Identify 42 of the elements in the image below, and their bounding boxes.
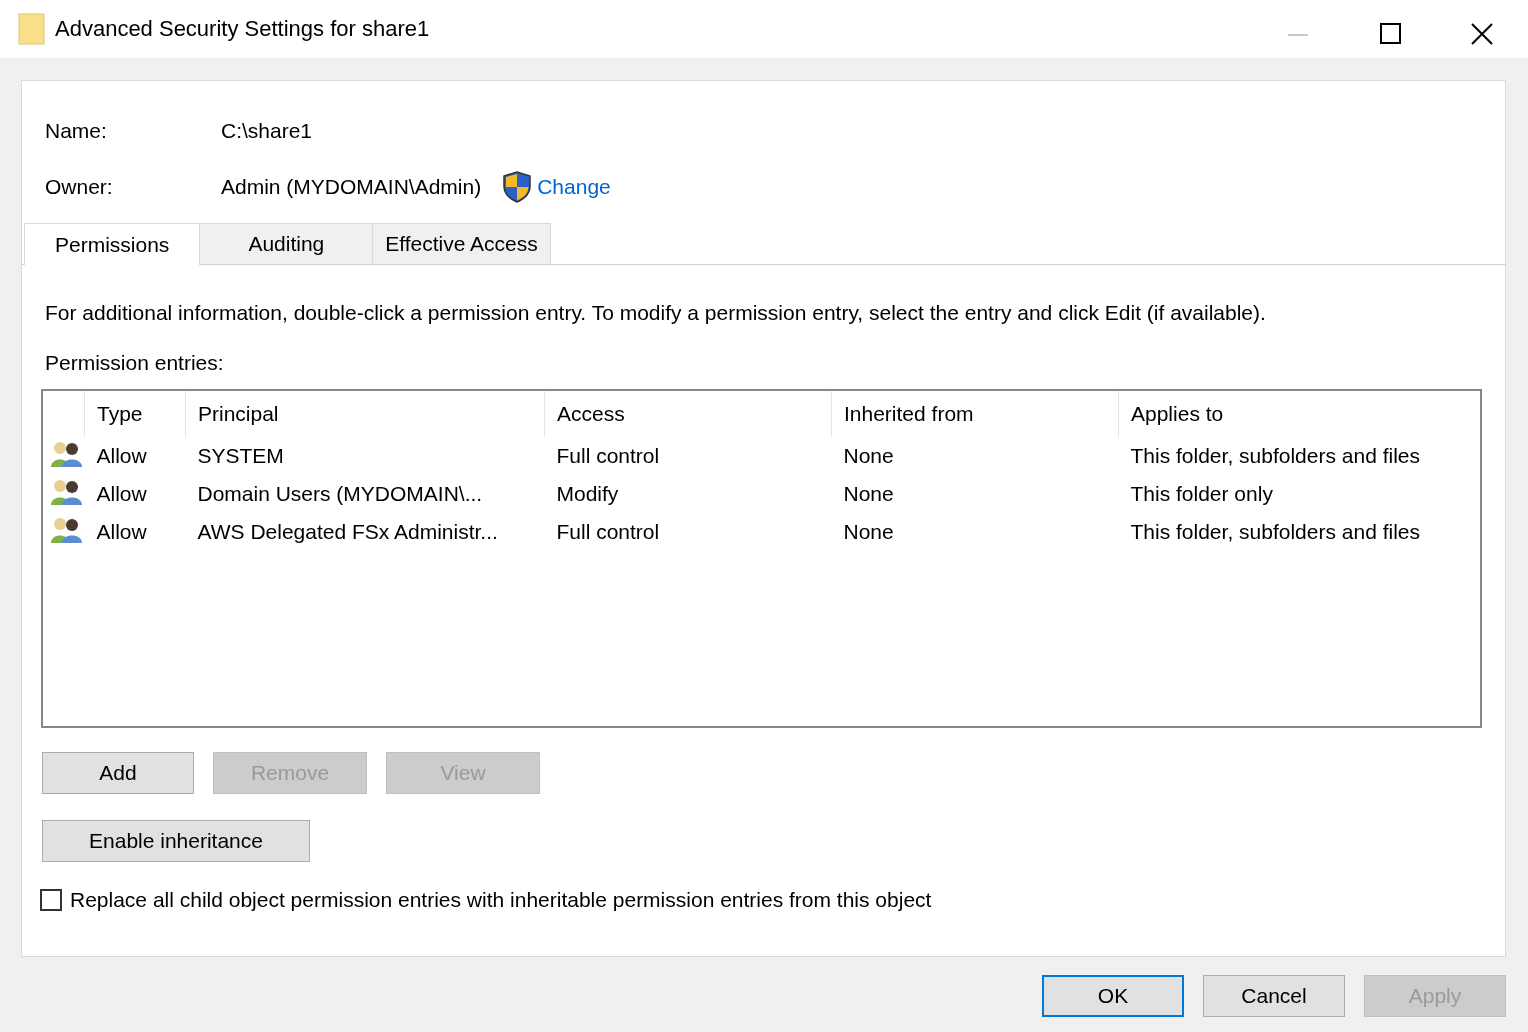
table-cell: Full control (544, 437, 832, 475)
replace-checkbox-label: Replace all child object permission entries with inheritable permission entries from this object (70, 888, 932, 912)
column-header[interactable]: Access (544, 391, 832, 437)
column-header[interactable]: Applies to (1118, 391, 1480, 437)
owner-value: Admin (MYDOMAIN\Admin) (221, 175, 482, 199)
name-label: Name: (45, 119, 108, 143)
table-cell-text: This folder only (1129, 481, 1274, 507)
table-cell-text: Allow (95, 519, 148, 545)
folder-icon (18, 13, 45, 45)
table-cell: None (831, 437, 1119, 475)
column-header[interactable]: Principal (185, 391, 545, 437)
table-cell-text: Allow (95, 481, 148, 507)
enable-inheritance-button[interactable]: Enable inheritance (42, 820, 310, 862)
replace-checkbox[interactable] (40, 889, 62, 911)
table-cell-text: AWS Delegated FSx Administr... (196, 519, 499, 545)
table-cell: SYSTEM (185, 437, 545, 475)
entries-label: Permission entries: (44, 350, 225, 375)
user-group-icon (51, 515, 83, 544)
shield-icon (503, 171, 532, 203)
column-header[interactable]: Type (84, 391, 186, 437)
table-cell-text: None (842, 519, 895, 545)
add-button[interactable]: Add (42, 752, 194, 794)
tab[interactable]: Effective Access (372, 223, 551, 264)
tab[interactable]: Permissions (24, 223, 201, 265)
cancel-button[interactable]: Cancel (1203, 975, 1345, 1017)
table-cell-text: Modify (555, 481, 620, 507)
user-group-icon (51, 477, 83, 506)
table-cell: This folder, subfolders and files (1118, 437, 1480, 475)
name-value: C:\share1 (221, 119, 313, 143)
user-group-icon (51, 439, 83, 468)
table-cell-text: This folder, subfolders and files (1129, 519, 1421, 545)
column-header[interactable]: Inherited from (831, 391, 1119, 437)
ok-button[interactable]: OK (1042, 975, 1184, 1017)
table-cell-text: Full control (555, 519, 661, 545)
info-text: For additional information, double-click a permission entry. To modify a permission entry, select the entry and click Edit (if available). (44, 300, 1267, 325)
table-cell-text: None (842, 481, 895, 507)
owner-label: Owner: (45, 175, 114, 199)
change-link[interactable]: Change (537, 175, 611, 199)
window-title: Advanced Security Settings for share1 (55, 16, 431, 42)
table-cell-text: Domain Users (MYDOMAIN\... (196, 481, 484, 507)
table-cell: Allow (84, 437, 186, 475)
tab[interactable]: Auditing (199, 223, 374, 264)
